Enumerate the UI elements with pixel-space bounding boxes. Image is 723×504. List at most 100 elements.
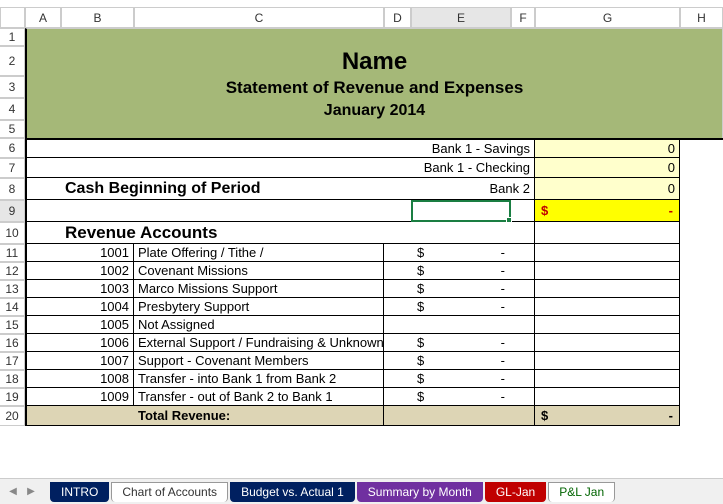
rev-code-6[interactable]: 1007: [61, 352, 134, 370]
rev-desc-3[interactable]: Presbytery Support: [134, 298, 384, 316]
cell-A8[interactable]: [25, 178, 61, 200]
rev-code-4[interactable]: 1005: [61, 316, 134, 334]
rev-amt-4[interactable]: [411, 316, 511, 334]
col-H[interactable]: H: [680, 8, 723, 28]
rev-amt-6[interactable]: $-: [411, 352, 511, 370]
cell-A6[interactable]: [25, 138, 61, 158]
rev-code-2[interactable]: 1003: [61, 280, 134, 298]
rev-desc-7[interactable]: Transfer - into Bank 1 from Bank 2: [134, 370, 384, 388]
cell-A11[interactable]: [25, 244, 61, 262]
tab-pnl-jan[interactable]: P&L Jan: [548, 482, 615, 502]
cash-beginning-label[interactable]: Cash Beginning of Period: [61, 178, 384, 200]
rev-desc-2[interactable]: Marco Missions Support: [134, 280, 384, 298]
cell-A9[interactable]: [25, 200, 61, 222]
cell-F10[interactable]: [511, 222, 535, 244]
rev-desc-1[interactable]: Covenant Missions: [134, 262, 384, 280]
fill-handle[interactable]: [506, 217, 512, 223]
bank-value-3[interactable]: 0: [535, 178, 680, 200]
col-D[interactable]: D: [384, 8, 411, 28]
row-16[interactable]: 16: [0, 334, 25, 352]
cell-D10[interactable]: [384, 222, 411, 244]
total-revenue-value[interactable]: $ -: [535, 406, 680, 426]
col-E[interactable]: E: [411, 8, 511, 28]
cell-H8[interactable]: [680, 178, 723, 200]
col-C[interactable]: C: [134, 8, 384, 28]
tab-nav-next-icon[interactable]: ▶: [22, 484, 40, 500]
rev-desc-6[interactable]: Support - Covenant Members: [134, 352, 384, 370]
row-2[interactable]: 2: [0, 46, 25, 76]
row-10[interactable]: 10: [0, 222, 25, 244]
tab-summary-by-month[interactable]: Summary by Month: [357, 482, 483, 502]
cell-H9[interactable]: [680, 200, 723, 222]
bank-label-1[interactable]: Bank 1 - Savings: [384, 138, 535, 158]
col-F[interactable]: F: [511, 8, 535, 28]
cell-G11[interactable]: [535, 244, 680, 262]
cell-B9[interactable]: [61, 200, 134, 222]
row-14[interactable]: 14: [0, 298, 25, 316]
rev-code-7[interactable]: 1008: [61, 370, 134, 388]
cell-B7[interactable]: [61, 158, 134, 178]
cell-C7[interactable]: [134, 158, 384, 178]
total-revenue-label[interactable]: Total Revenue:: [134, 406, 384, 426]
rev-amt-3[interactable]: $-: [411, 298, 511, 316]
rev-code-0[interactable]: 1001: [61, 244, 134, 262]
bank-value-2[interactable]: 0: [535, 158, 680, 178]
cell-B6[interactable]: [61, 138, 134, 158]
rev-code-3[interactable]: 1004: [61, 298, 134, 316]
cell-A10[interactable]: [25, 222, 61, 244]
total-cash-value[interactable]: $ -: [535, 200, 680, 222]
rev-desc-5[interactable]: External Support / Fundraising & Unknown: [134, 334, 384, 352]
rev-amt-2[interactable]: $-: [411, 280, 511, 298]
row-5[interactable]: 5: [0, 120, 25, 138]
rev-amt-1[interactable]: $-: [411, 262, 511, 280]
bank-value-1[interactable]: 0: [535, 138, 680, 158]
tab-nav-prev-icon[interactable]: ◀: [4, 484, 22, 500]
rev-desc-4[interactable]: Not Assigned: [134, 316, 384, 334]
bank-label-2[interactable]: Bank 1 - Checking: [384, 158, 535, 178]
row-19[interactable]: 19: [0, 388, 25, 406]
rev-desc-0[interactable]: Plate Offering / Tithe /: [134, 244, 384, 262]
rev-amt-8[interactable]: $-: [411, 388, 511, 406]
row-3[interactable]: 3: [0, 76, 25, 98]
row-15[interactable]: 15: [0, 316, 25, 334]
row-11[interactable]: 11: [0, 244, 25, 262]
rev-amt-5[interactable]: $-: [411, 334, 511, 352]
tab-budget-vs-actual[interactable]: Budget vs. Actual 1: [230, 482, 355, 502]
cell-F11[interactable]: [511, 244, 535, 262]
rev-amt-0[interactable]: $-: [411, 244, 511, 262]
rev-code-1[interactable]: 1002: [61, 262, 134, 280]
cell-H10[interactable]: [680, 222, 723, 244]
cell-D11[interactable]: [384, 244, 411, 262]
cell-H7[interactable]: [680, 158, 723, 178]
row-6[interactable]: 6: [0, 138, 25, 158]
cell-D9[interactable]: [384, 200, 411, 222]
row-4[interactable]: 4: [0, 98, 25, 120]
row-18[interactable]: 18: [0, 370, 25, 388]
rev-desc-8[interactable]: Transfer - out of Bank 2 to Bank 1: [134, 388, 384, 406]
col-A[interactable]: A: [25, 8, 61, 28]
cell-C6[interactable]: [134, 138, 384, 158]
rev-amt-7[interactable]: $-: [411, 370, 511, 388]
col-G[interactable]: G: [535, 8, 680, 28]
cell-H6[interactable]: [680, 138, 723, 158]
tab-chart-of-accounts[interactable]: Chart of Accounts: [111, 482, 228, 502]
tab-intro[interactable]: INTRO: [50, 482, 109, 502]
col-B[interactable]: B: [61, 8, 134, 28]
row-20[interactable]: 20: [0, 406, 25, 426]
select-all-corner[interactable]: [0, 8, 25, 28]
active-cell-E9[interactable]: [411, 200, 511, 222]
cell-C9[interactable]: [134, 200, 384, 222]
row-17[interactable]: 17: [0, 352, 25, 370]
cell-G10[interactable]: [535, 222, 680, 244]
row-9[interactable]: 9: [0, 200, 25, 222]
tab-gl-jan[interactable]: GL-Jan: [485, 482, 546, 502]
rev-code-8[interactable]: 1009: [61, 388, 134, 406]
row-1[interactable]: 1: [0, 28, 25, 46]
cell-H11[interactable]: [680, 244, 723, 262]
cell-E10[interactable]: [411, 222, 511, 244]
row-8[interactable]: 8: [0, 178, 25, 200]
row-12[interactable]: 12: [0, 262, 25, 280]
cell-F9[interactable]: [511, 200, 535, 222]
rev-code-5[interactable]: 1006: [61, 334, 134, 352]
row-7[interactable]: 7: [0, 158, 25, 178]
